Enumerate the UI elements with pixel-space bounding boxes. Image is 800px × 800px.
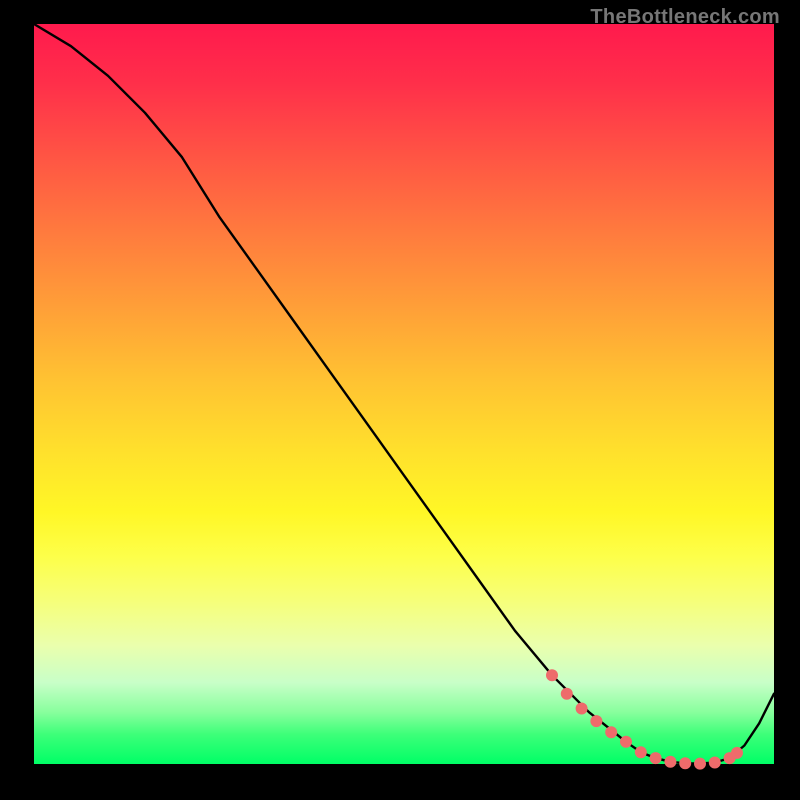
highlight-dot (561, 688, 573, 700)
highlight-dot (709, 757, 721, 769)
highlight-dot (590, 715, 602, 727)
highlight-dot (576, 703, 588, 715)
chart-svg (34, 24, 774, 764)
highlight-dot (605, 726, 617, 738)
chart-plot-area (34, 24, 774, 764)
highlight-dot (620, 736, 632, 748)
highlight-dots (546, 669, 743, 769)
highlight-dot (635, 746, 647, 758)
highlight-dot (546, 669, 558, 681)
highlight-dot (650, 752, 662, 764)
bottleneck-curve (34, 24, 774, 764)
highlight-dot (694, 758, 706, 770)
highlight-dot (664, 756, 676, 768)
highlight-dot (731, 747, 743, 759)
watermark-text: TheBottleneck.com (590, 6, 780, 29)
highlight-dot (679, 757, 691, 769)
